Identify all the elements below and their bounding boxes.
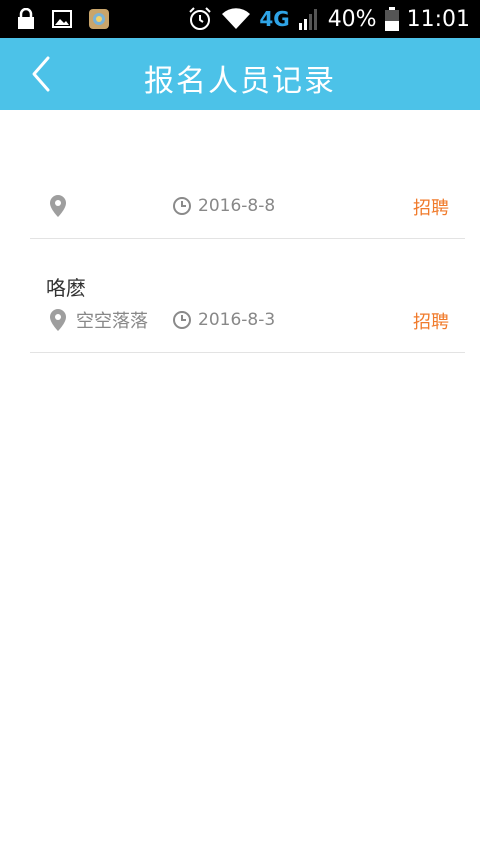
- list-item[interactable]: 2016-8-8 招聘: [30, 110, 465, 239]
- app-notification-icon: [89, 9, 109, 29]
- record-date: 2016-8-8: [198, 196, 276, 216]
- record-meta: 2016-8-8: [48, 193, 275, 219]
- record-tag: 招聘: [413, 198, 449, 219]
- status-bar: 4G 40% 11:01: [0, 0, 480, 38]
- record-name: 咯麽: [46, 276, 86, 300]
- app-header: 报名人员记录: [0, 38, 480, 110]
- lock-icon: [18, 8, 34, 29]
- clock: 11:01: [406, 6, 470, 32]
- page-title: 报名人员记录: [144, 64, 336, 99]
- battery-percent: 40%: [327, 6, 377, 32]
- wifi-icon: [222, 8, 251, 30]
- location-pin-icon: [50, 195, 66, 217]
- record-location: 空空落落: [76, 311, 148, 332]
- list-item[interactable]: 咯麽 空空落落 2016-8-3 招聘: [30, 239, 465, 353]
- alarm-icon: [189, 7, 212, 30]
- clock-icon: [173, 311, 191, 329]
- record-meta: 空空落落 2016-8-3: [48, 307, 275, 333]
- battery-icon: [384, 7, 399, 31]
- record-tag: 招聘: [413, 312, 449, 333]
- signal-icon: [298, 9, 317, 30]
- clock-icon: [173, 197, 191, 215]
- image-icon: [52, 10, 72, 28]
- status-system-icons: 4G 40% 11:01: [187, 4, 470, 34]
- record-date: 2016-8-3: [198, 310, 276, 330]
- network-type: 4G: [259, 7, 290, 31]
- location-pin-icon: [50, 309, 66, 331]
- status-notification-icons: [16, 8, 110, 30]
